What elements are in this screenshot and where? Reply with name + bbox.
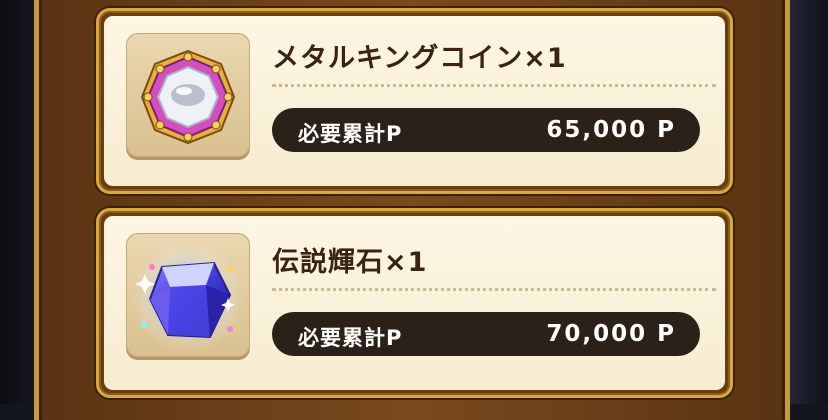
reward-card-body: 伝説輝石×1 必要累計P 70,000 P bbox=[104, 216, 725, 390]
reward-card[interactable]: メタルキングコイン×1 必要累計P 65,000 P bbox=[96, 8, 733, 194]
reward-card-body: メタルキングコイン×1 必要累計P 65,000 P bbox=[104, 16, 725, 186]
required-points-value: 70,000 P bbox=[546, 321, 676, 347]
legend-gem-icon bbox=[132, 241, 244, 353]
background-right bbox=[788, 0, 828, 404]
required-points-pill: 必要累計P 70,000 P bbox=[272, 312, 700, 356]
required-points-value: 65,000 P bbox=[546, 117, 676, 143]
reward-card[interactable]: 伝説輝石×1 必要累計P 70,000 P bbox=[96, 208, 733, 398]
dotted-divider bbox=[272, 84, 716, 87]
item-name: メタルキングコイン×1 bbox=[272, 43, 567, 74]
required-points-pill: 必要累計P 65,000 P bbox=[272, 108, 700, 152]
reward-icon-box bbox=[126, 33, 250, 157]
reward-icon-box bbox=[126, 233, 250, 357]
item-name: 伝説輝石×1 bbox=[272, 247, 428, 278]
dotted-divider bbox=[272, 288, 716, 291]
required-points-label: 必要累計P bbox=[298, 326, 403, 350]
required-points-label: 必要累計P bbox=[298, 122, 403, 146]
metal-king-coin-icon bbox=[140, 49, 236, 145]
